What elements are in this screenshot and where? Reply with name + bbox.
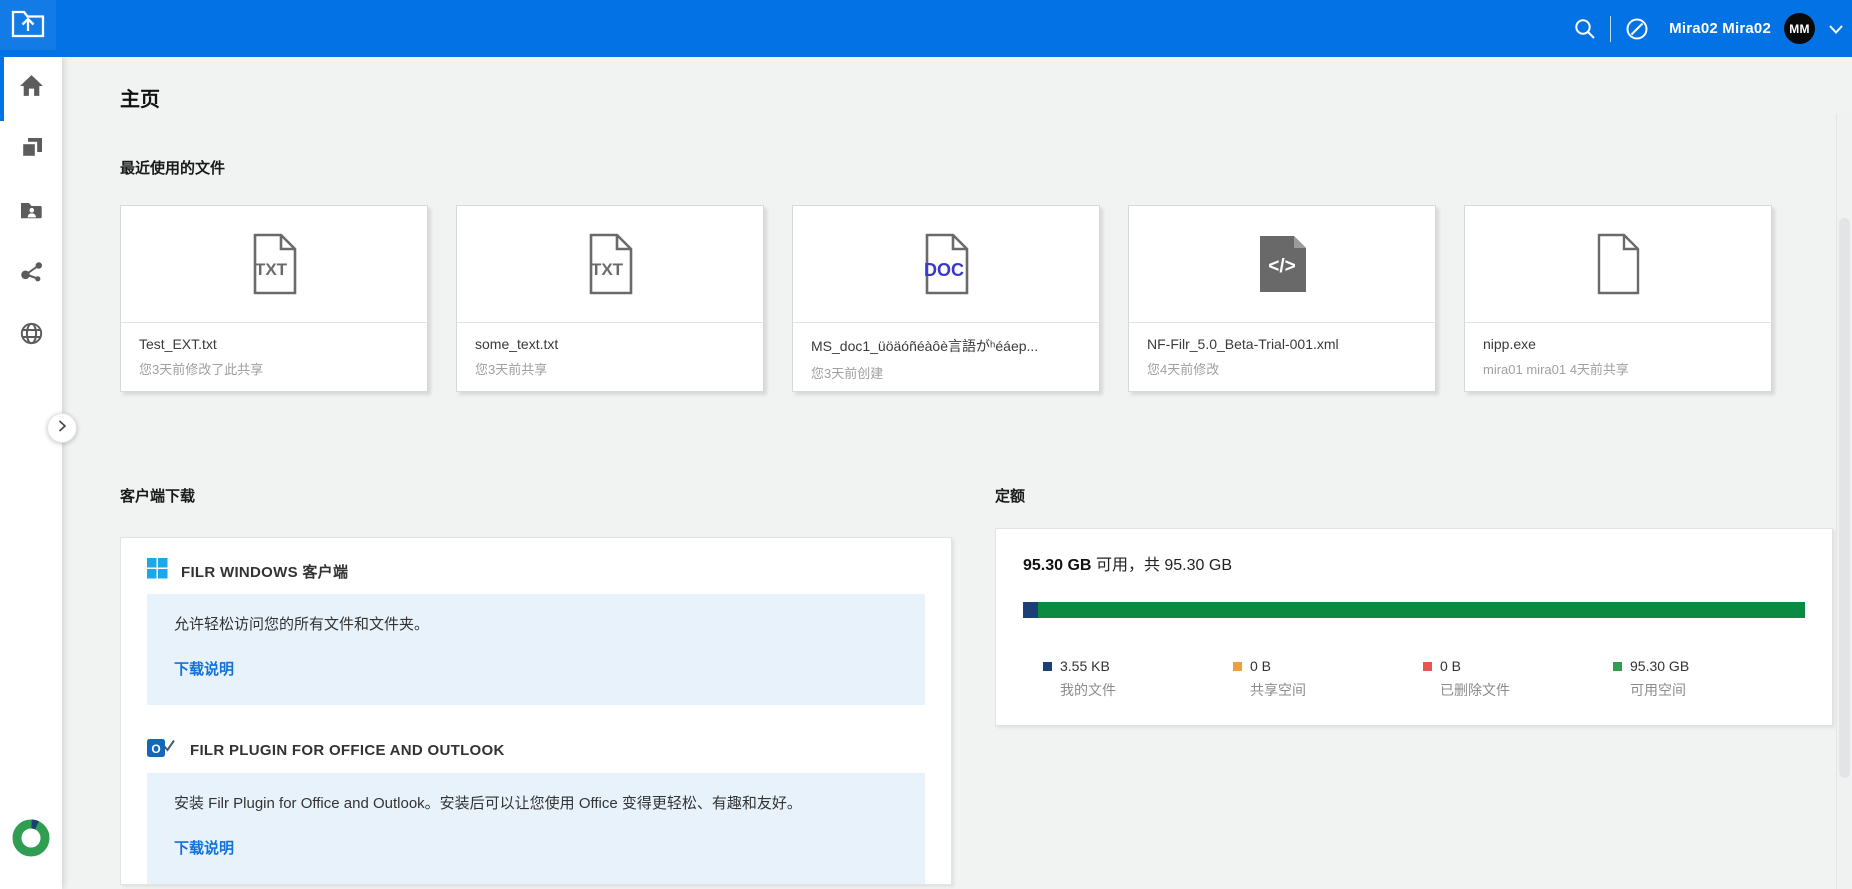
legend-label: 可用空间 — [1630, 680, 1689, 700]
file-meta: 您3天前共享 — [475, 359, 745, 378]
quota-summary: 95.30 GB 可用，共 95.30 GB — [1023, 551, 1805, 575]
svg-text:TXT: TXT — [255, 260, 288, 279]
client-downloads-panel: FILR WINDOWS 客户端 允许轻松访问您的所有文件和文件夹。 下载说明 … — [120, 537, 952, 885]
download-info-box: 允许轻松访问您的所有文件和文件夹。 下载说明 — [147, 594, 925, 705]
download-instructions-link[interactable]: 下载说明 — [174, 658, 234, 679]
download-description: 安装 Filr Plugin for Office and Outlook。安装… — [174, 792, 898, 813]
file-card[interactable]: DOC MS_doc1_üöäóñéàôè言語がʰéáep... 您3天前创建 — [792, 205, 1100, 392]
txt-file-icon: TXT — [121, 206, 427, 323]
shared-folder-icon — [19, 198, 43, 227]
legend-value: 95.30 GB — [1630, 658, 1689, 674]
download-info-box: 安装 Filr Plugin for Office and Outlook。安装… — [147, 773, 925, 884]
txt-file-icon: TXT — [457, 206, 763, 323]
chevron-down-icon[interactable] — [1828, 23, 1844, 35]
circle-slash-icon[interactable] — [1624, 16, 1650, 42]
sidebar — [0, 57, 62, 889]
file-meta: 您3天前修改了此共享 — [139, 359, 409, 378]
file-card[interactable]: nipp.exe mira01 mira01 4天前共享 — [1464, 205, 1772, 392]
quota-heading: 定额 — [995, 485, 1025, 506]
legend-label: 我的文件 — [1060, 680, 1116, 700]
sidebar-item-shared-by-me[interactable] — [0, 243, 62, 305]
chevron-right-icon — [56, 418, 68, 439]
file-name: nipp.exe — [1483, 336, 1753, 352]
sidebar-item-my-files[interactable] — [0, 119, 62, 181]
generic-file-icon — [1465, 206, 1771, 323]
legend-label: 已删除文件 — [1440, 680, 1510, 700]
legend-swatch — [1043, 662, 1052, 671]
download-title: FILR WINDOWS 客户端 — [181, 561, 348, 582]
client-downloads-heading: 客户端下载 — [120, 485, 195, 506]
download-item-office-plugin: O FILR PLUGIN FOR OFFICE AND OUTLOOK 安装 … — [147, 737, 925, 884]
user-name[interactable]: Mira02 Mira02 — [1663, 20, 1771, 37]
file-card[interactable]: TXT some_text.txt 您3天前共享 — [456, 205, 764, 392]
legend-item-available-space: 95.30 GB 可用空间 — [1613, 658, 1803, 700]
vertical-scrollbar[interactable] — [1836, 114, 1852, 889]
main-content: 主页 最近使用的文件 TXT Test_EXT.txt 您3天前修改了此共享 — [62, 57, 1852, 889]
svg-text:TXT: TXT — [591, 260, 624, 279]
legend-swatch — [1423, 662, 1432, 671]
windows-logo-icon — [147, 558, 168, 584]
share-network-icon — [19, 259, 44, 289]
quota-donut-indicator — [11, 818, 51, 858]
sidebar-expand-button[interactable] — [47, 413, 77, 443]
file-card[interactable]: </> NF-Filr_5.0_Beta-Trial-001.xml 您4天前修… — [1128, 205, 1436, 392]
code-file-icon: </> — [1129, 206, 1435, 323]
file-meta: 您4天前修改 — [1147, 359, 1417, 378]
file-name: NF-Filr_5.0_Beta-Trial-001.xml — [1147, 336, 1417, 352]
folder-upload-icon — [9, 5, 47, 46]
sidebar-item-home[interactable] — [0, 57, 62, 119]
file-name: some_text.txt — [475, 336, 745, 352]
download-title: FILR PLUGIN FOR OFFICE AND OUTLOOK — [190, 742, 505, 759]
svg-text:O: O — [151, 742, 160, 756]
file-name: Test_EXT.txt — [139, 336, 409, 352]
app-logo[interactable] — [0, 0, 56, 50]
quota-legend: 3.55 KB 我的文件 0 B 共享空间 0 B 已删除文件 — [1023, 658, 1805, 700]
scrollbar-thumb[interactable] — [1839, 218, 1850, 778]
legend-value: 3.55 KB — [1060, 658, 1116, 674]
svg-text:</>: </> — [1268, 256, 1295, 277]
download-instructions-link[interactable]: 下载说明 — [174, 837, 234, 858]
home-icon — [19, 73, 44, 103]
svg-text:DOC: DOC — [924, 260, 964, 280]
legend-item-my-files: 3.55 KB 我的文件 — [1043, 658, 1233, 700]
legend-value: 0 B — [1250, 658, 1306, 674]
quota-panel: 95.30 GB 可用，共 95.30 GB 3.55 KB 我的文件 0 B … — [995, 528, 1833, 726]
doc-file-icon: DOC — [793, 206, 1099, 323]
sidebar-item-net-folders[interactable] — [0, 305, 62, 367]
file-card[interactable]: TXT Test_EXT.txt 您3天前修改了此共享 — [120, 205, 428, 392]
legend-swatch — [1613, 662, 1622, 671]
legend-swatch — [1233, 662, 1242, 671]
quota-bar-available-segment — [1038, 602, 1805, 618]
download-description: 允许轻松访问您的所有文件和文件夹。 — [174, 613, 898, 634]
quota-summary-text: 可用，共 95.30 GB — [1096, 557, 1232, 574]
legend-item-shared-space: 0 B 共享空间 — [1233, 658, 1423, 700]
globe-icon — [19, 321, 44, 351]
quota-available-value: 95.30 GB — [1023, 557, 1091, 574]
search-icon[interactable] — [1573, 17, 1597, 41]
sidebar-item-shared-with-me[interactable] — [0, 181, 62, 243]
legend-label: 共享空间 — [1250, 680, 1306, 700]
recent-files-heading: 最近使用的文件 — [120, 157, 225, 178]
outlook-logo-icon: O — [147, 737, 177, 764]
download-item-windows: FILR WINDOWS 客户端 允许轻松访问您的所有文件和文件夹。 下载说明 — [147, 558, 925, 705]
file-meta: 您3天前创建 — [811, 363, 1081, 382]
legend-value: 0 B — [1440, 658, 1510, 674]
quota-usage-bar — [1023, 602, 1805, 618]
file-name: MS_doc1_üöäóñéàôè言語がʰéáep... — [811, 336, 1081, 356]
topbar-divider — [1610, 16, 1611, 42]
legend-item-deleted-files: 0 B 已删除文件 — [1423, 658, 1613, 700]
avatar[interactable]: MM — [1784, 13, 1815, 44]
stacked-files-icon — [19, 135, 44, 165]
file-meta: mira01 mira01 4天前共享 — [1483, 359, 1753, 378]
page-title: 主页 — [120, 83, 160, 112]
top-bar: Mira02 Mira02 MM — [0, 0, 1852, 57]
recent-files-row: TXT Test_EXT.txt 您3天前修改了此共享 TXT some_tex… — [120, 205, 1772, 392]
quota-bar-my-files-segment — [1023, 602, 1038, 618]
